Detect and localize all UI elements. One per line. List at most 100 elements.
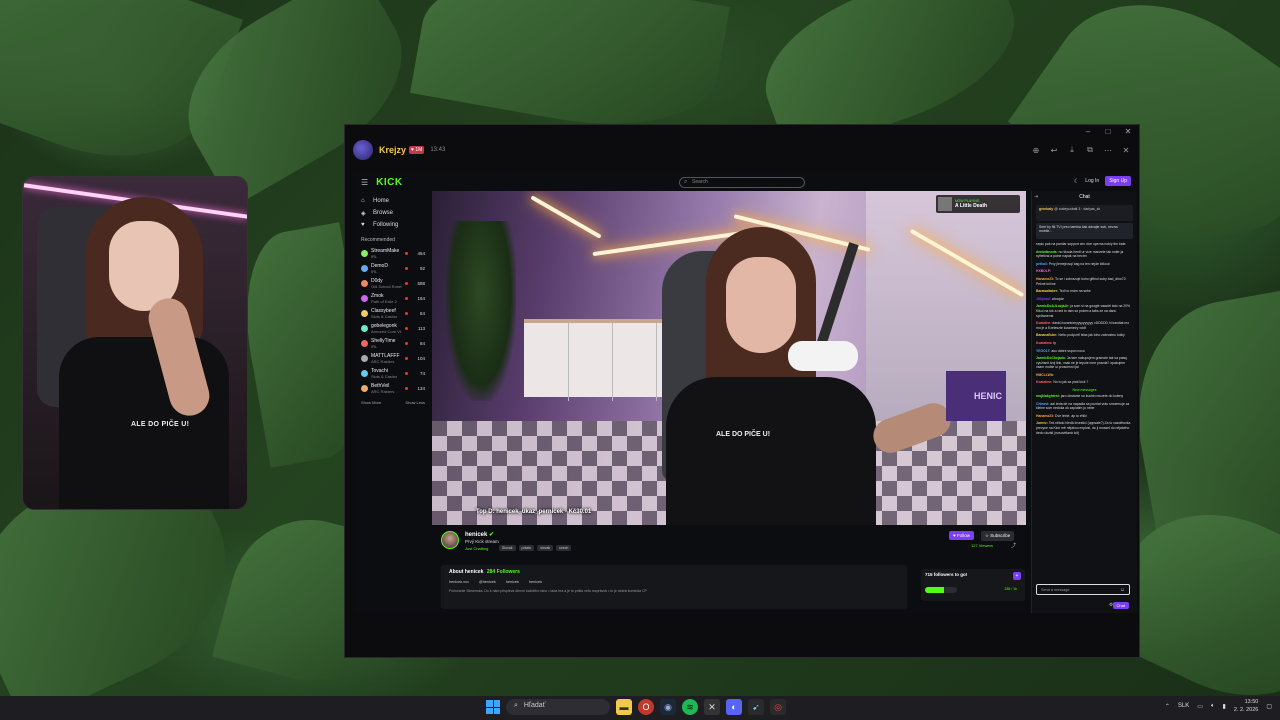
minimize-button[interactable]: – [1083, 127, 1093, 136]
live-dot-icon [405, 387, 408, 390]
opera-icon[interactable]: O [638, 699, 654, 715]
goal-progress-fill [925, 587, 945, 593]
external-link-icon[interactable]: ⧉ [1085, 145, 1095, 155]
menu-icon[interactable]: ☰ [361, 178, 368, 187]
chat-username[interactable]: Hanama23: [1036, 277, 1054, 281]
emoji-icon[interactable]: ☺ [1120, 587, 1125, 593]
show-more-button[interactable]: Show More [361, 400, 381, 405]
tag[interactable]: Slovak [499, 545, 516, 551]
chat-username[interactable]: YEGOLT: [1036, 349, 1050, 353]
discord-icon[interactable]: ◐ [726, 699, 742, 715]
recommended-channel[interactable]: D0dyOld School RuneScape588 [355, 276, 431, 291]
obs-icon[interactable]: ◎ [770, 699, 786, 715]
maximize-button[interactable]: □ [1103, 127, 1113, 136]
chevron-up-icon[interactable]: ⌃ [1165, 703, 1170, 710]
taskbar-search[interactable]: ⌕ Hľadať [506, 699, 610, 715]
chat-username[interactable]: Chbwst: [1036, 402, 1049, 406]
language-indicator[interactable]: SLK [1178, 703, 1189, 709]
chat-message: HXBOLP: [1036, 269, 1133, 274]
recommended-channel[interactable]: MATTLAFFF ARC Raiders 104 [355, 351, 431, 366]
recommended-channel[interactable]: Classybeef Slots & Casino 84 [355, 306, 431, 321]
chat-username[interactable]: Jurevz: [1036, 421, 1048, 425]
steam-alt-icon[interactable]: ➹ [748, 699, 764, 715]
chat-username[interactable]: JarmicDoAJLozjaJe: [1036, 304, 1069, 308]
chat-username[interactable]: HMCLLWb: [1036, 373, 1054, 377]
link-tiktok[interactable]: henicek [529, 580, 542, 584]
chat-text: Nebo podporiť teba jak toho zabrostnu ko… [1058, 333, 1125, 338]
follow-button[interactable]: ♥ Follow [949, 531, 974, 540]
recommended-channel[interactable]: BethVeil ARC Raiders 134 [355, 381, 431, 396]
back-icon[interactable]: ↩ [1049, 146, 1059, 155]
signup-button[interactable]: Sign Up [1105, 176, 1131, 186]
chat-username[interactable]: Koalatme: [1036, 380, 1052, 384]
file-explorer-icon[interactable]: ▬ [616, 699, 632, 715]
close-button[interactable]: ✕ [1123, 127, 1133, 136]
notifications-icon[interactable]: ▢ [1266, 703, 1272, 710]
recommended-channel[interactable]: DemoD IRL 92 [355, 261, 431, 276]
clock[interactable]: 13:50 2. 2. 2026 [1234, 698, 1258, 714]
stream-category[interactable]: Just Chatting [465, 546, 488, 551]
new-messages-divider[interactable]: New messages [1036, 388, 1133, 392]
recommended-channel[interactable]: Zmok Path of Exile 2 184 [355, 291, 431, 306]
tag[interactable]: slovak [537, 545, 554, 551]
chat-username[interactable]: Barawaltaker: [1036, 289, 1058, 293]
channel-avatar [361, 340, 368, 347]
chat-message: JarmicDoAJLozjaJe: ja som si na google v… [1036, 304, 1133, 318]
chat-username[interactable]: JarmicDoChejado: [1036, 356, 1066, 360]
login-button[interactable]: Log In [1085, 178, 1099, 184]
nav-browse[interactable]: ◈ Browse [355, 207, 431, 219]
app-header: Krejzy ♥ 1M 13:43 ⊕ ↩ ⤓ ⧉ ⋯ ✕ [345, 137, 1139, 163]
start-button[interactable] [486, 700, 500, 714]
kick-logo[interactable]: KICK [376, 177, 402, 188]
link-instagram[interactable]: @henicek [479, 580, 496, 584]
zoom-in-icon[interactable]: ⊕ [1031, 146, 1041, 155]
streamer-avatar[interactable] [441, 531, 459, 549]
network-icon[interactable]: ▭ [1197, 703, 1203, 710]
close-icon[interactable]: ✕ [1121, 146, 1131, 155]
chat-send-button[interactable]: Chat [1112, 602, 1129, 609]
chat-username[interactable]: Hanama23: [1036, 414, 1054, 418]
link-website[interactable]: henicek.xxx [449, 580, 469, 584]
recommended-channel[interactable]: Tovachi Slots & Casino 74 [355, 366, 431, 381]
video-player[interactable]: HENIC ALE DO PIČE U! NOW PLAYING A Littl… [432, 191, 1026, 525]
gift-icon[interactable]: + [1013, 572, 1021, 580]
streamer-name-row[interactable]: henicek ✔ [465, 531, 494, 538]
tag[interactable]: potato [518, 545, 535, 551]
channel-name[interactable]: Krejzy [379, 145, 406, 155]
recommended-title: Recommended [361, 237, 395, 243]
subscribe-button[interactable]: ☆ Subscribe [981, 531, 1015, 541]
chat-username[interactable]: petka3: [1036, 262, 1048, 266]
steam-icon[interactable]: ◉ [660, 699, 676, 715]
chat-username[interactable]: mojklakghtest: [1036, 394, 1060, 398]
chat-username[interactable]: Jitkjmad: [1036, 297, 1051, 301]
volume-icon[interactable]: 🔈︎ [1211, 703, 1215, 710]
nav-following[interactable]: ♥ Following [355, 219, 431, 231]
recommended-channel[interactable]: StreamMake IRL 454 [355, 246, 431, 261]
video-shirt-text: ALE DO PIČE U! [716, 431, 771, 438]
chat-username[interactable]: Koalathe: [1036, 321, 1051, 325]
recommended-channel[interactable]: ShellyTime IRL 84 [355, 336, 431, 351]
chat-username[interactable]: deniwiknods: [1036, 250, 1058, 254]
search-input[interactable]: ⌕ Search [679, 177, 805, 188]
tag[interactable]: czech [556, 545, 572, 551]
share-icon[interactable]: ⤴ [1011, 542, 1016, 549]
link-discord[interactable]: henicek [506, 580, 519, 584]
recommended-channel[interactable]: gobelegonkArmored Core VI: Fires...113 [355, 321, 431, 336]
chat-username[interactable]: HXBOLP: [1036, 269, 1051, 273]
chat-title: Chat [1079, 194, 1090, 200]
nav-home[interactable]: ⌂ Home [355, 195, 431, 207]
more-icon[interactable]: ⋯ [1103, 146, 1113, 155]
chat-username[interactable]: Koalatina: [1036, 341, 1052, 345]
webcam-shirt-text: ALE DO PIČE U! [131, 421, 190, 428]
chat-username[interactable]: Bananafluke: [1036, 333, 1057, 337]
download-icon[interactable]: ⤓ [1067, 145, 1077, 155]
battery-icon[interactable]: ▮ [1223, 703, 1226, 710]
theme-toggle-icon[interactable]: ☾ [1074, 178, 1079, 185]
collapse-chat-icon[interactable]: ⇥ [1034, 191, 1038, 203]
xbox-icon[interactable]: ✕ [704, 699, 720, 715]
channel-avatar[interactable] [353, 140, 373, 160]
show-less-button[interactable]: Show Less [405, 400, 425, 405]
chat-input[interactable]: Send a message ☺ [1036, 584, 1130, 595]
spotify-icon[interactable]: ≋ [682, 699, 698, 715]
channel-avatar [361, 295, 368, 302]
